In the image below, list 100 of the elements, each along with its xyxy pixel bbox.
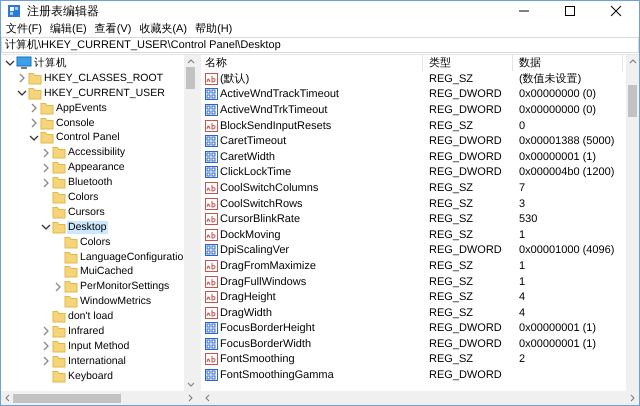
value-data: 4 bbox=[518, 306, 526, 319]
collapse-icon[interactable] bbox=[41, 222, 51, 232]
value-type: REG_SZ bbox=[428, 260, 474, 272]
binary-value-icon bbox=[205, 166, 218, 178]
tree-item[interactable]: Console bbox=[55, 116, 96, 130]
string-value-icon bbox=[205, 276, 218, 288]
tree-item[interactable]: Infrared bbox=[67, 324, 106, 338]
folder-icon bbox=[52, 370, 66, 383]
string-value-icon bbox=[205, 198, 218, 210]
scroll-left-icon[interactable] bbox=[4, 392, 10, 404]
expand-icon[interactable] bbox=[41, 356, 51, 366]
tree-item[interactable]: Colors bbox=[67, 190, 100, 204]
folder-icon bbox=[64, 280, 78, 294]
value-data: 7 bbox=[518, 182, 526, 194]
string-value-icon bbox=[205, 72, 218, 85]
value-data: 0x00000001 (1) bbox=[518, 322, 598, 334]
tree-item[interactable]: Control Panel bbox=[55, 131, 121, 144]
expand-icon[interactable] bbox=[17, 73, 27, 84]
string-value-icon bbox=[205, 291, 218, 304]
scrollbar[interactable] bbox=[626, 55, 639, 391]
binary-value-icon bbox=[205, 338, 218, 350]
expand-icon[interactable] bbox=[29, 118, 39, 128]
value-data: 2 bbox=[518, 353, 526, 366]
column-header[interactable]: 类型 bbox=[423, 55, 513, 71]
expand-icon[interactable] bbox=[41, 148, 51, 158]
folder-icon bbox=[28, 86, 42, 100]
expand-icon[interactable] bbox=[29, 103, 39, 114]
collapse-icon[interactable] bbox=[29, 132, 39, 143]
tree-item[interactable]: Cursors bbox=[67, 206, 106, 219]
tree-item[interactable]: Appearance bbox=[67, 161, 126, 174]
expand-icon[interactable] bbox=[41, 178, 51, 188]
menu-item[interactable]: 帮助(H) bbox=[193, 21, 238, 36]
expand-icon[interactable] bbox=[41, 341, 51, 352]
value-type: REG_DWORD bbox=[428, 338, 503, 350]
tree-item[interactable]: don't load bbox=[67, 310, 114, 324]
tree-item[interactable]: 计算机 bbox=[33, 56, 68, 70]
value-data: 0x00000000 (0) bbox=[518, 104, 598, 116]
scroll-thumb[interactable] bbox=[628, 85, 637, 117]
scrollbar[interactable] bbox=[1, 391, 197, 405]
folder-icon bbox=[64, 250, 78, 264]
expand-icon[interactable] bbox=[53, 282, 63, 292]
menu-item[interactable]: 文件(F) bbox=[4, 21, 48, 36]
binary-value-icon bbox=[205, 322, 218, 334]
column-header[interactable]: 名称 bbox=[201, 55, 423, 71]
expand-icon[interactable] bbox=[41, 162, 51, 173]
collapse-icon[interactable] bbox=[17, 88, 27, 98]
folder-icon bbox=[64, 236, 78, 249]
value-type: REG_DWORD bbox=[428, 322, 503, 334]
folder-icon bbox=[52, 220, 66, 234]
menu-item[interactable]: 收藏夹(A) bbox=[137, 21, 194, 36]
tree-item[interactable]: Bluetooth bbox=[67, 176, 114, 190]
value-name: CaretWidth bbox=[220, 150, 276, 163]
tree-item[interactable]: Colors bbox=[79, 236, 112, 249]
expand-icon[interactable] bbox=[41, 326, 51, 336]
binary-value-icon bbox=[205, 150, 218, 163]
tree-item[interactable]: HKEY_CURRENT_USER bbox=[43, 86, 166, 100]
tree-item[interactable]: PerMonitorSettings bbox=[79, 280, 170, 294]
value-data: 1 bbox=[518, 260, 526, 272]
menu-item[interactable]: 编辑(E) bbox=[48, 21, 93, 36]
value-type: REG_DWORD bbox=[428, 244, 503, 256]
scroll-thumb[interactable] bbox=[13, 394, 121, 402]
collapse-icon[interactable] bbox=[5, 58, 15, 68]
value-name: FontSmoothing bbox=[220, 353, 295, 366]
value-name: ActiveWndTrackTimeout bbox=[220, 88, 339, 100]
tree-item[interactable]: WindowMetrics bbox=[79, 295, 152, 308]
string-value-icon bbox=[205, 228, 218, 241]
tree-item[interactable]: Desktop bbox=[67, 220, 108, 234]
tree-item[interactable]: Accessibility bbox=[67, 146, 126, 160]
tree-item[interactable]: Input Method bbox=[67, 340, 130, 353]
value-type: REG_SZ bbox=[428, 182, 474, 194]
scroll-right-icon[interactable] bbox=[188, 392, 194, 404]
scroll-left-icon[interactable] bbox=[204, 392, 210, 404]
value-type: REG_SZ bbox=[428, 306, 474, 319]
value-data: 0x00000000 (0) bbox=[518, 88, 598, 100]
binary-value-icon bbox=[205, 104, 218, 116]
value-type: REG_SZ bbox=[428, 120, 474, 132]
column-header[interactable]: 数据 bbox=[513, 55, 623, 71]
value-type: REG_SZ bbox=[428, 291, 474, 304]
tree-item[interactable]: International bbox=[67, 354, 127, 368]
address-bar[interactable]: 计算机\HKEY_CURRENT_USER\Control Panel\Desktop bbox=[1, 37, 639, 53]
folder-icon bbox=[52, 190, 66, 204]
string-value-icon bbox=[205, 182, 218, 194]
scroll-right-icon[interactable] bbox=[630, 392, 636, 404]
folder-icon bbox=[52, 354, 66, 368]
scrollbar[interactable] bbox=[201, 391, 639, 405]
value-type: REG_SZ bbox=[428, 276, 474, 288]
binary-value-icon bbox=[205, 244, 218, 256]
scroll-thumb[interactable] bbox=[186, 67, 195, 89]
tree-item[interactable]: HKEY_CLASSES_ROOT bbox=[43, 72, 164, 85]
menu-item[interactable]: 查看(V) bbox=[92, 21, 138, 36]
value-type: REG_DWORD bbox=[428, 104, 503, 116]
tree-item[interactable]: LanguageConfiguratio bbox=[79, 250, 184, 264]
string-value-icon bbox=[205, 213, 218, 226]
value-type: REG_DWORD bbox=[428, 150, 503, 163]
folder-icon bbox=[52, 146, 66, 160]
tree-item[interactable]: Keyboard bbox=[67, 370, 114, 383]
value-name: (默认) bbox=[220, 72, 250, 86]
tree-item[interactable]: MuiCached bbox=[79, 265, 134, 278]
tree-item[interactable]: AppEvents bbox=[55, 102, 108, 115]
folder-icon bbox=[52, 324, 66, 338]
